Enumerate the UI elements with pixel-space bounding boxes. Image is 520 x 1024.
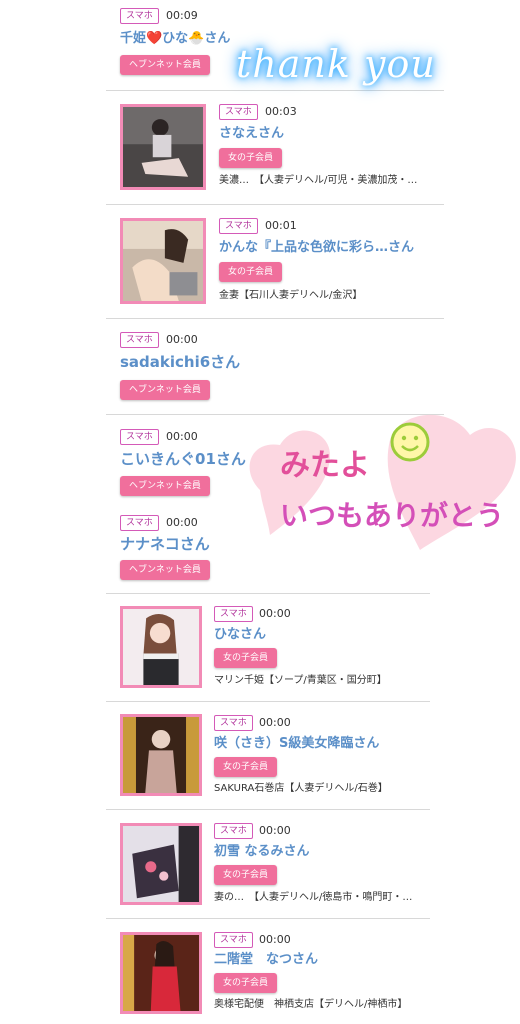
member-badge: 女の子会員 xyxy=(219,148,283,168)
visitor-name[interactable]: 二階堂 なつさん xyxy=(214,951,318,969)
profile-thumbnail[interactable] xyxy=(120,606,202,688)
visitor-name[interactable]: 千姫❤️ひな🐣さん xyxy=(120,30,230,48)
visitor-name[interactable]: 初雪 なるみさん xyxy=(214,843,310,861)
shop-info[interactable]: 奥様宅配便 神栖支店【デリヘル/神栖市】 xyxy=(214,998,407,1011)
visit-time: 00:09 xyxy=(166,9,198,22)
visit-time: 00:00 xyxy=(166,516,198,529)
visit-time: 00:01 xyxy=(265,219,297,232)
mitayo-text: みたよ xyxy=(280,448,370,483)
photo-image xyxy=(123,717,199,793)
profile-thumbnail[interactable] xyxy=(120,104,206,190)
divider xyxy=(106,593,430,594)
member-badge: 女の子会員 xyxy=(214,757,278,777)
heart-sticker-image: みたよ いつもありがとう xyxy=(249,414,516,550)
device-tag: スマホ xyxy=(214,606,253,622)
mitayo-sticker: みたよ いつもありがとう xyxy=(240,400,520,560)
divider xyxy=(106,701,430,702)
photo-image xyxy=(123,221,203,301)
profile-thumbnail[interactable] xyxy=(120,932,202,1014)
visitor-name[interactable]: こいきんぐ01さん xyxy=(120,450,246,468)
visitor-name[interactable]: ひなさん xyxy=(214,626,266,644)
divider xyxy=(106,809,430,810)
shop-info[interactable]: 美濃… 【人妻デリヘル/可児・美濃加茂・… xyxy=(219,174,417,187)
member-badge: ヘブンネット会員 xyxy=(120,560,210,580)
shop-info[interactable]: 金妻【石川人妻デリヘル/金沢】 xyxy=(219,289,362,302)
visit-time: 00:00 xyxy=(259,607,291,620)
profile-thumbnail[interactable] xyxy=(120,218,206,304)
visitor-name[interactable]: さなえさん xyxy=(219,125,284,143)
divider xyxy=(106,918,430,919)
visit-time: 00:00 xyxy=(259,933,291,946)
visitor-name[interactable]: 咲（さき）S級美女降臨さん xyxy=(214,735,379,753)
divider xyxy=(106,204,444,205)
device-tag: スマホ xyxy=(219,218,258,234)
profile-thumbnail[interactable] xyxy=(120,714,202,796)
visitor-name[interactable]: sadakichi6さん xyxy=(120,353,240,371)
device-tag: スマホ xyxy=(214,823,253,839)
member-badge: ヘブンネット会員 xyxy=(120,380,210,400)
member-badge: ヘブンネット会員 xyxy=(120,55,210,75)
member-badge: 女の子会員 xyxy=(219,262,283,282)
member-badge: 女の子会員 xyxy=(214,648,278,668)
member-badge: ヘブンネット会員 xyxy=(120,476,210,496)
photo-image xyxy=(123,609,199,685)
visit-time: 00:00 xyxy=(259,716,291,729)
photo-image xyxy=(123,935,199,1011)
device-tag: スマホ xyxy=(120,515,159,531)
member-badge: 女の子会員 xyxy=(214,973,278,993)
shop-info[interactable]: 妻の… 【人妻デリヘル/徳島市・鳴門町・… xyxy=(214,891,412,904)
shop-info[interactable]: SAKURA石巻店【人妻デリヘル/石巻】 xyxy=(214,782,388,795)
device-tag: スマホ xyxy=(214,715,253,731)
profile-thumbnail[interactable] xyxy=(120,823,202,905)
thank-you-sticker: thank you xyxy=(236,42,436,86)
visit-time: 00:00 xyxy=(166,333,198,346)
visitor-name[interactable]: ナナネコさん xyxy=(120,535,210,553)
device-tag: スマホ xyxy=(120,8,159,24)
shop-info[interactable]: マリン千姫【ソープ/青葉区・国分町】 xyxy=(214,674,387,687)
device-tag: スマホ xyxy=(120,429,159,445)
photo-image xyxy=(123,107,203,187)
device-tag: スマホ xyxy=(214,932,253,948)
member-badge: 女の子会員 xyxy=(214,865,278,885)
visit-time: 00:00 xyxy=(166,430,198,443)
visit-time: 00:03 xyxy=(265,105,297,118)
device-tag: スマホ xyxy=(120,332,159,348)
device-tag: スマホ xyxy=(219,104,258,120)
visitor-name[interactable]: かんな『上品な色欲に彩ら…さん xyxy=(219,239,414,257)
visit-time: 00:00 xyxy=(259,824,291,837)
photo-image xyxy=(123,826,199,902)
thanks-always-text: いつもありがとう xyxy=(280,499,504,532)
divider xyxy=(106,318,444,319)
